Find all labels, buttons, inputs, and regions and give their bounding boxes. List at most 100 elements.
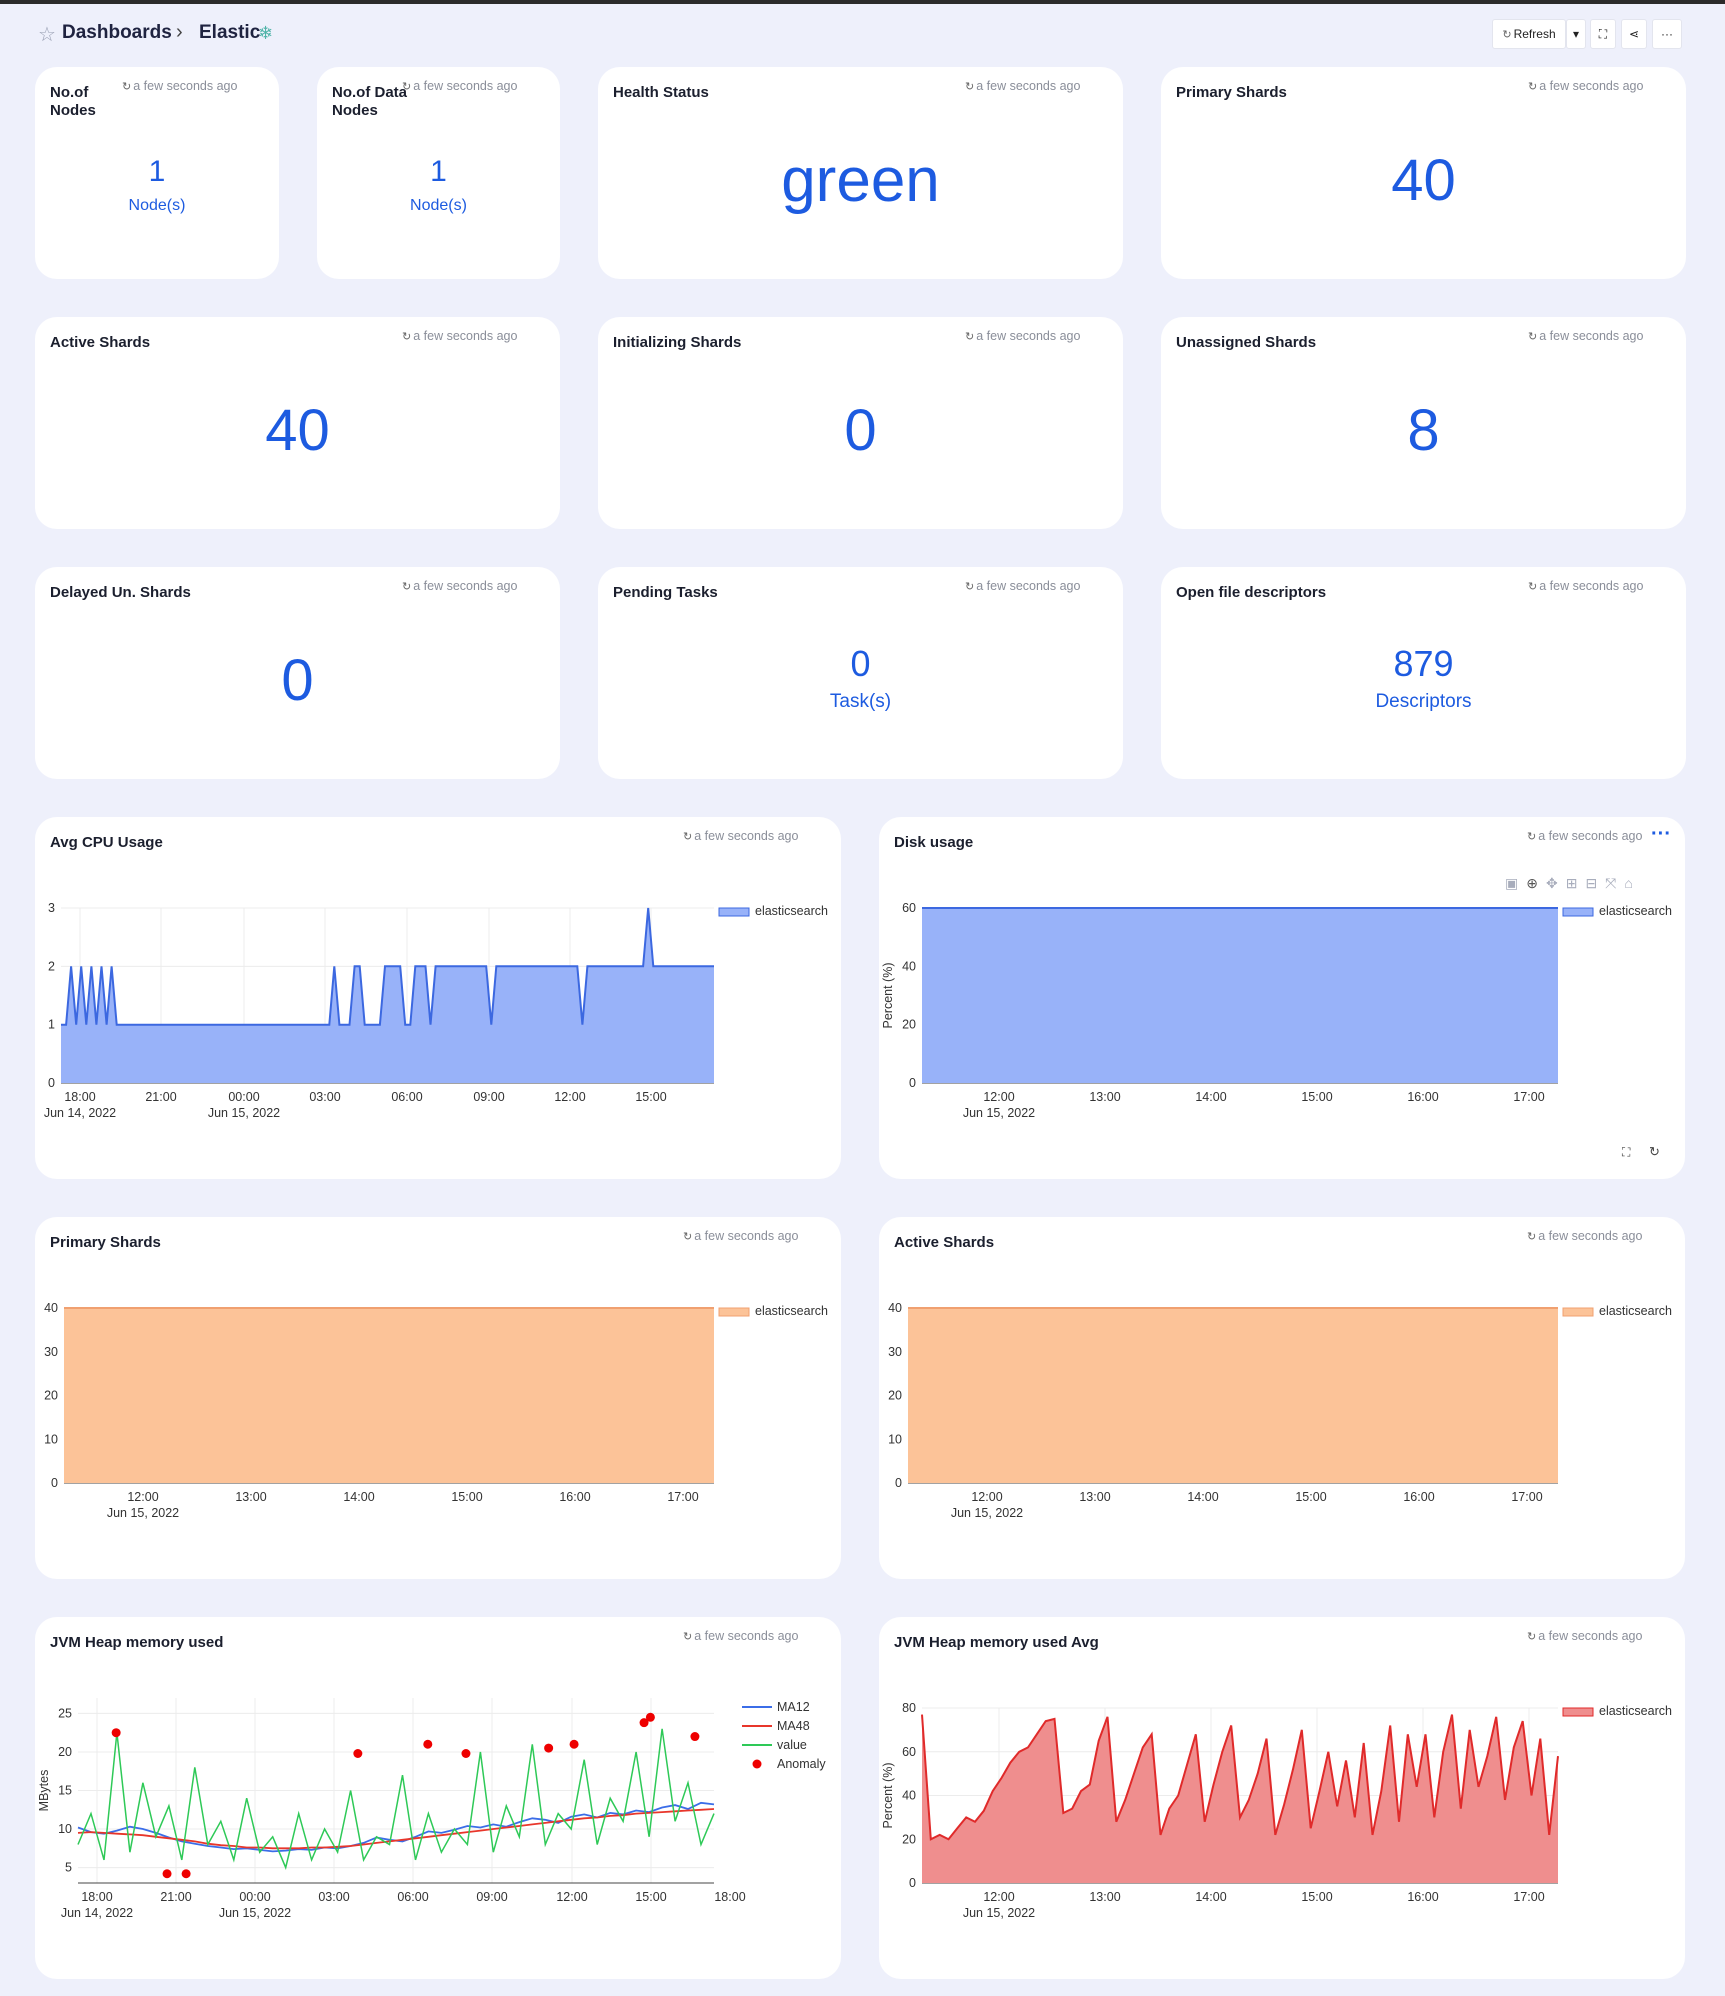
legend-label: Anomaly: [777, 1757, 826, 1771]
y-tick-label: 2: [48, 959, 55, 973]
chart-jvm-heap-memory: JVM Heap memory used ↻ a few seconds ago …: [35, 1617, 841, 1979]
breadcrumb-dashboards[interactable]: Dashboards: [62, 22, 172, 44]
x-tick-label: 21:00: [145, 1090, 176, 1104]
chart-disk-usage: Disk usage ↻ a few seconds ago ··· ▣⊕✥⊞⊟⤧…: [879, 817, 1685, 1179]
x-tick-label: 15:00: [1301, 1890, 1332, 1904]
card-nodes: No.of Nodes ↻ a few seconds ago 1 Node(s): [35, 67, 279, 279]
x-tick-label: 16:00: [1407, 1090, 1438, 1104]
card-initializing-shards: Initializing Shards ↻ a few seconds ago 0: [598, 317, 1123, 529]
updated-label: ↻ a few seconds ago: [1528, 79, 1643, 93]
y-tick-label: 40: [44, 1301, 58, 1315]
y-tick-label: 20: [902, 1018, 916, 1032]
stat-value: 0: [281, 648, 314, 713]
x-tick-label: 14:00: [343, 1490, 374, 1504]
legend-swatch: [1562, 907, 1594, 917]
card-title: Open file descriptors: [1176, 584, 1327, 601]
chart-avg-cpu-usage: Avg CPU Usage ↻ a few seconds ago 0 1 2 3 18:…: [35, 817, 841, 1179]
fullscreen-button[interactable]: ⛶: [1590, 19, 1616, 49]
x-tick-label: 18:00: [81, 1890, 112, 1904]
chart-svg: 0 20 40 60 12:00 13:00 14:00 15:00 16:00 17:00 Jun…: [881, 901, 1672, 1120]
caret-down-icon: ▾: [1572, 27, 1580, 41]
updated-text: a few seconds ago: [133, 79, 238, 93]
chart-svg: 0 20 40 60 80 12:00 13:00 14:00 15:00 16:00 17:00 J…: [881, 1701, 1672, 1920]
x-tick-label: 16:00: [1403, 1490, 1434, 1504]
refresh-icon: ↻: [1528, 581, 1538, 593]
chevron-right-icon: ›: [176, 21, 183, 43]
share-icon: ⋖: [1628, 27, 1640, 41]
refresh-icon: ↻: [402, 81, 412, 93]
x-date-label: Jun 14, 2022: [44, 1106, 116, 1120]
x-tick-label: 13:00: [1079, 1490, 1110, 1504]
legend-label: elasticsearch: [1599, 1704, 1672, 1718]
updated-text: a few seconds ago: [976, 79, 1081, 93]
anomaly-point: [569, 1739, 579, 1749]
x-tick-label: 12:00: [127, 1490, 158, 1504]
y-tick-label: 0: [909, 1876, 916, 1890]
legend-label: MA48: [777, 1719, 810, 1733]
refresh-interval-dropdown[interactable]: ▾: [1566, 19, 1586, 49]
stat-value: 8: [1407, 398, 1440, 463]
y-axis-label: Percent (%): [881, 963, 895, 1029]
card-health-status: Health Status ↻ a few seconds ago green: [598, 67, 1123, 279]
more-button[interactable]: ···: [1652, 19, 1682, 49]
stat-unit: Descriptors: [1375, 691, 1472, 712]
updated-label: ↻ a few seconds ago: [122, 79, 237, 93]
card-data-nodes: No.of Data Nodes ↻ a few seconds ago 1 No…: [317, 67, 560, 279]
chart-svg: 0 10 20 30 40 12:00 13:00 14:00 15:00 16:00 17:00 J…: [44, 1301, 828, 1520]
stat-value: green: [781, 146, 940, 215]
y-tick-label: 30: [888, 1345, 902, 1359]
legend-swatch: [1562, 1707, 1594, 1717]
share-button[interactable]: ⋖: [1621, 19, 1647, 49]
updated-text: a few seconds ago: [413, 579, 518, 593]
refresh-button[interactable]: ↻ Refresh: [1492, 19, 1566, 49]
card-title: Pending Tasks: [613, 584, 718, 601]
y-tick-label: 0: [48, 1076, 55, 1090]
x-tick-label: 09:00: [473, 1090, 504, 1104]
anomaly-point: [423, 1739, 433, 1749]
stat-value: 40: [1391, 148, 1456, 213]
stat-unit: Node(s): [410, 197, 467, 214]
updated-text: a few seconds ago: [976, 329, 1081, 343]
star-icon[interactable]: ☆: [38, 22, 56, 47]
x-date-label: Jun 15, 2022: [963, 1906, 1035, 1920]
anomaly-point: [645, 1712, 655, 1722]
x-tick-label: 15:00: [1295, 1490, 1326, 1504]
x-tick-label: 12:00: [554, 1090, 585, 1104]
stat-value: 0: [850, 643, 871, 684]
x-tick-label: 12:00: [983, 1890, 1014, 1904]
updated-label: ↻ a few seconds ago: [402, 579, 517, 593]
y-tick-label: 60: [902, 1745, 916, 1759]
series-area: [908, 1308, 1558, 1483]
y-tick-label: 20: [58, 1745, 72, 1759]
x-tick-label: 15:00: [451, 1490, 482, 1504]
x-tick-label: 06:00: [397, 1890, 428, 1904]
card-title: No.of Data Nodes: [332, 84, 407, 119]
x-tick-label: 13:00: [235, 1490, 266, 1504]
x-date-label: Jun 14, 2022: [61, 1906, 133, 1920]
chart-svg: 5 10 15 20 25 18:00 21:00 00:00 03:00 06:00 09:00 1…: [37, 1698, 826, 1920]
refresh-icon: ↻: [965, 331, 975, 343]
stat-value: 879: [1393, 643, 1454, 684]
card-title: Unassigned Shards: [1176, 334, 1317, 351]
x-tick-label: 16:00: [559, 1490, 590, 1504]
y-tick-label: 1: [48, 1018, 55, 1032]
refresh-icon: ↻: [965, 81, 975, 93]
anomaly-point: [162, 1869, 172, 1879]
x-tick-label: 17:00: [1511, 1490, 1542, 1504]
anomaly-point: [544, 1743, 554, 1753]
updated-label: ↻ a few seconds ago: [965, 79, 1080, 93]
x-date-label: Jun 15, 2022: [219, 1906, 291, 1920]
card-active-shards: Active Shards ↻ a few seconds ago 40: [35, 317, 560, 529]
y-tick-label: 30: [44, 1345, 58, 1359]
updated-text: a few seconds ago: [1539, 579, 1644, 593]
x-date-label: Jun 15, 2022: [107, 1506, 179, 1520]
updated-text: a few seconds ago: [1539, 79, 1644, 93]
y-axis-label: MBytes: [37, 1770, 51, 1812]
updated-text: a few seconds ago: [976, 579, 1081, 593]
legend-swatch: [718, 907, 750, 917]
x-tick-label: 14:00: [1195, 1890, 1226, 1904]
y-tick-label: 40: [888, 1301, 902, 1315]
legend-label: elasticsearch: [755, 1304, 828, 1318]
refresh-icon: ↻: [1528, 331, 1538, 343]
chart-primary-shards: Primary Shards ↻ a few seconds ago 0 10 20 3…: [35, 1217, 841, 1579]
